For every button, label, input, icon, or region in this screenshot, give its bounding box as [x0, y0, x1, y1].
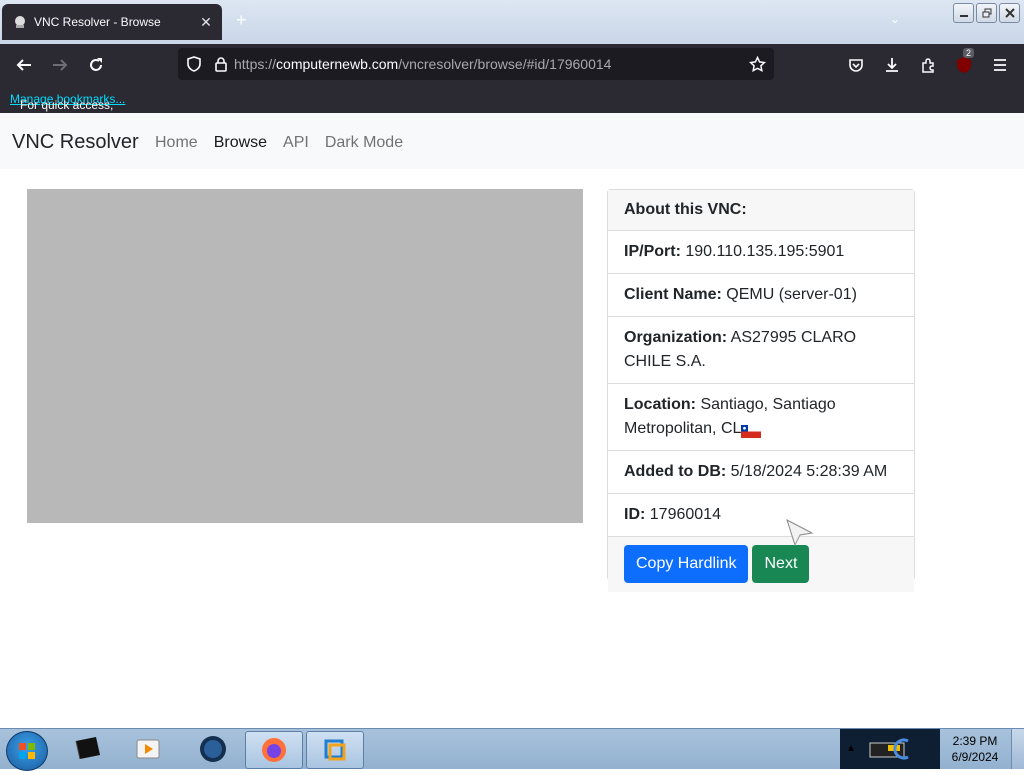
location-label: Location:: [624, 396, 696, 413]
copy-hardlink-button[interactable]: Copy Hardlink: [624, 545, 749, 583]
mouse-cursor-icon: [786, 518, 814, 552]
menu-hamburger-icon[interactable]: [989, 54, 1011, 76]
app-navbar: VNC Resolver Home Browse API Dark Mode: [0, 113, 1024, 169]
client-name-value: QEMU (server-01): [726, 286, 857, 303]
added-to-db-label: Added to DB:: [624, 463, 727, 480]
tab-close-icon[interactable]: ✕: [196, 14, 216, 31]
system-tray: ▲: [840, 729, 940, 769]
organization-row: Organization: AS27995 CLARO CHILE S.A.: [608, 317, 914, 384]
reload-icon[interactable]: [85, 54, 107, 76]
nav-links: Home Browse API Dark Mode: [155, 134, 403, 152]
start-orb-icon[interactable]: [6, 731, 48, 771]
url-path: /vncresolver/browse/#id/17960014: [398, 56, 612, 72]
show-desktop-button[interactable]: [1011, 729, 1024, 769]
url-prefix: https://: [234, 56, 277, 72]
client-name-row: Client Name: QEMU (server-01): [608, 274, 914, 317]
bookmarks-hint: For quick access, place your bookmarks h…: [10, 92, 125, 168]
browser-tab-strip: VNC Resolver - Browse ✕ + ⌄: [0, 0, 1024, 44]
location-row: Location: Santiago, Santiago Metropolita…: [608, 384, 914, 451]
extensions-icon[interactable]: [918, 54, 940, 76]
taskbar-cmd-icon[interactable]: [60, 731, 116, 767]
card-footer: Copy Hardlink Next: [608, 537, 914, 592]
brand[interactable]: VNC Resolver: [12, 131, 139, 154]
ublock-extension-icon[interactable]: 2: [953, 48, 975, 76]
lock-icon[interactable]: [214, 56, 228, 72]
vnc-screenshot: [27, 189, 583, 523]
ip-port-label: IP/Port:: [624, 243, 681, 260]
pocket-icon[interactable]: [845, 54, 867, 76]
id-row: ID: 17960014: [608, 494, 914, 537]
organization-label: Organization:: [624, 329, 728, 346]
ip-port-row: IP/Port: 190.110.135.195:5901: [608, 231, 914, 274]
chile-flag-icon: [741, 422, 762, 439]
bookmark-star-icon[interactable]: [749, 56, 766, 73]
vnc-info-card: About this VNC: IP/Port: 190.110.135.195…: [607, 189, 915, 592]
new-tab-icon[interactable]: +: [236, 10, 247, 31]
taskbar-firefox-icon[interactable]: [245, 731, 303, 769]
tray-expand-icon[interactable]: ▲: [846, 743, 856, 754]
ip-port-value: 190.110.135.195:5901: [685, 243, 845, 260]
windows-taskbar: ▲ 2:39 PM 6/9/2024: [0, 728, 1024, 771]
client-name-label: Client Name:: [624, 286, 722, 303]
downloads-icon[interactable]: [881, 54, 903, 76]
nav-api[interactable]: API: [283, 134, 309, 152]
taskbar-globe-icon[interactable]: [185, 731, 241, 767]
taskbar-media-player-icon[interactable]: [120, 731, 176, 767]
id-value: 17960014: [649, 506, 721, 523]
taskbar-clock[interactable]: 2:39 PM 6/9/2024: [940, 733, 1010, 765]
taskbar-virtualbox-icon[interactable]: [306, 731, 364, 769]
close-window-icon[interactable]: [999, 3, 1020, 23]
tracking-shield-icon[interactable]: [186, 56, 202, 72]
clock-date: 6/9/2024: [951, 750, 999, 764]
id-label: ID:: [624, 506, 646, 523]
url-text: https://computernewb.com/vncresolver/bro…: [234, 56, 611, 72]
restore-icon[interactable]: [976, 3, 997, 23]
clock-time: 2:39 PM: [952, 734, 998, 748]
url-host: computernewb.com: [276, 56, 399, 72]
nav-home[interactable]: Home: [155, 134, 198, 152]
minimize-icon[interactable]: [953, 3, 974, 23]
card-header: About this VNC:: [608, 190, 914, 231]
nav-dark-mode[interactable]: Dark Mode: [325, 134, 403, 152]
tab-title: VNC Resolver - Browse: [34, 15, 161, 29]
added-to-db-value: 5/18/2024 5:28:39 AM: [730, 463, 888, 480]
browser-tab[interactable]: VNC Resolver - Browse ✕: [2, 4, 222, 40]
address-bar[interactable]: https://computernewb.com/vncresolver/bro…: [178, 48, 774, 80]
added-to-db-row: Added to DB: 5/18/2024 5:28:39 AM: [608, 451, 914, 494]
vnc-favicon-icon: [12, 14, 28, 30]
back-icon[interactable]: [13, 54, 35, 76]
window-controls: [953, 3, 1020, 23]
forward-icon[interactable]: [49, 54, 71, 76]
bookmarks-toolbar: For quick access, place your bookmarks h…: [0, 86, 1024, 168]
tray-security-icon[interactable]: [862, 735, 922, 768]
extension-badge: 2: [963, 48, 975, 58]
browser-toolbar: https://computernewb.com/vncresolver/bro…: [0, 44, 1024, 86]
tab-list-chevron-icon[interactable]: ⌄: [890, 12, 900, 26]
nav-browse[interactable]: Browse: [214, 134, 267, 152]
